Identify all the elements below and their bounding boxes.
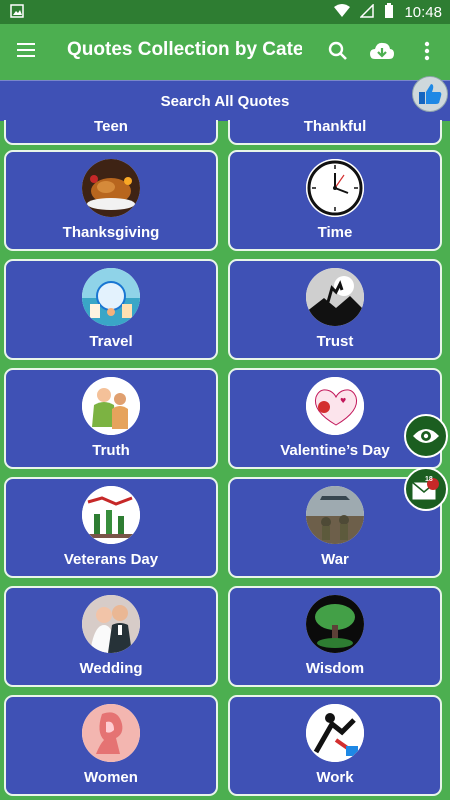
page-title: Quotes Collection by Cate… (67, 39, 302, 60)
category-label: Wedding (79, 660, 143, 677)
valentine-heart-image: ♥ (306, 377, 364, 435)
eye-icon[interactable] (404, 414, 448, 458)
status-bar: 10:48 (0, 0, 450, 24)
hamburger-menu-icon[interactable] (14, 38, 38, 62)
category-label: Wisdom (305, 660, 365, 677)
category-tile-travel[interactable]: Travel (4, 259, 218, 360)
category-tile-wisdom[interactable]: Wisdom (228, 586, 442, 687)
veterans-day-image (82, 486, 140, 544)
search-all-quotes-button[interactable]: Search All Quotes (0, 80, 450, 121)
women-silhouette-image (82, 704, 140, 762)
category-label: Teen (94, 120, 128, 135)
travel-image (82, 268, 140, 326)
war-soldiers-image (306, 486, 364, 544)
category-tile-wedding[interactable]: Wedding (4, 586, 218, 687)
wifi-icon (334, 4, 351, 21)
search-all-quotes-label: Search All Quotes (160, 92, 290, 110)
search-icon[interactable] (324, 37, 352, 65)
category-tile-work[interactable]: Work (228, 695, 442, 796)
category-label: War (321, 551, 349, 568)
gallery-notification-icon (10, 4, 24, 21)
category-tile-trust[interactable]: Trust (228, 259, 442, 360)
category-grid: Teen Thankful Thanksgiving Time Travel T… (0, 120, 450, 800)
clock-image (306, 159, 364, 217)
category-label: Travel (89, 333, 133, 350)
category-label: Truth (92, 442, 130, 459)
category-label: Time (317, 224, 353, 241)
category-label: Thankful (303, 120, 367, 135)
category-label: Veterans Day (63, 551, 159, 568)
category-label: Women (84, 769, 138, 786)
category-tile-women[interactable]: Women (4, 695, 218, 796)
category-label: Trust (316, 333, 354, 350)
category-tile-teen[interactable]: Teen (4, 120, 218, 145)
truth-illustration-image (82, 377, 140, 435)
wisdom-tree-image (306, 595, 364, 653)
work-illustration-image (306, 704, 364, 762)
thumbs-up-icon[interactable] (412, 76, 448, 112)
status-time: 10:48 (404, 4, 442, 21)
cloud-download-icon[interactable] (368, 37, 396, 65)
app-bar: Quotes Collection by Cate… (0, 24, 450, 78)
category-label: Work (316, 769, 354, 786)
mail-icon[interactable]: 18 (404, 467, 448, 511)
trust-climbers-image (306, 268, 364, 326)
category-tile-truth[interactable]: Truth (4, 368, 218, 469)
signal-icon (359, 3, 375, 21)
mail-badge: 18 (425, 476, 433, 483)
wedding-couple-image (82, 595, 140, 653)
category-tile-thanksgiving[interactable]: Thanksgiving (4, 150, 218, 251)
battery-icon (384, 3, 394, 22)
category-label: Thanksgiving (62, 224, 160, 241)
category-tile-valentines-day[interactable]: ♥ Valentine’s Day (228, 368, 442, 469)
svg-text:♥: ♥ (340, 397, 346, 405)
category-tile-time[interactable]: Time (228, 150, 442, 251)
category-tile-thankful[interactable]: Thankful (228, 120, 442, 145)
thanksgiving-turkey-image (82, 159, 140, 217)
more-vert-icon[interactable] (413, 37, 441, 65)
category-tile-veterans-day[interactable]: Veterans Day (4, 477, 218, 578)
